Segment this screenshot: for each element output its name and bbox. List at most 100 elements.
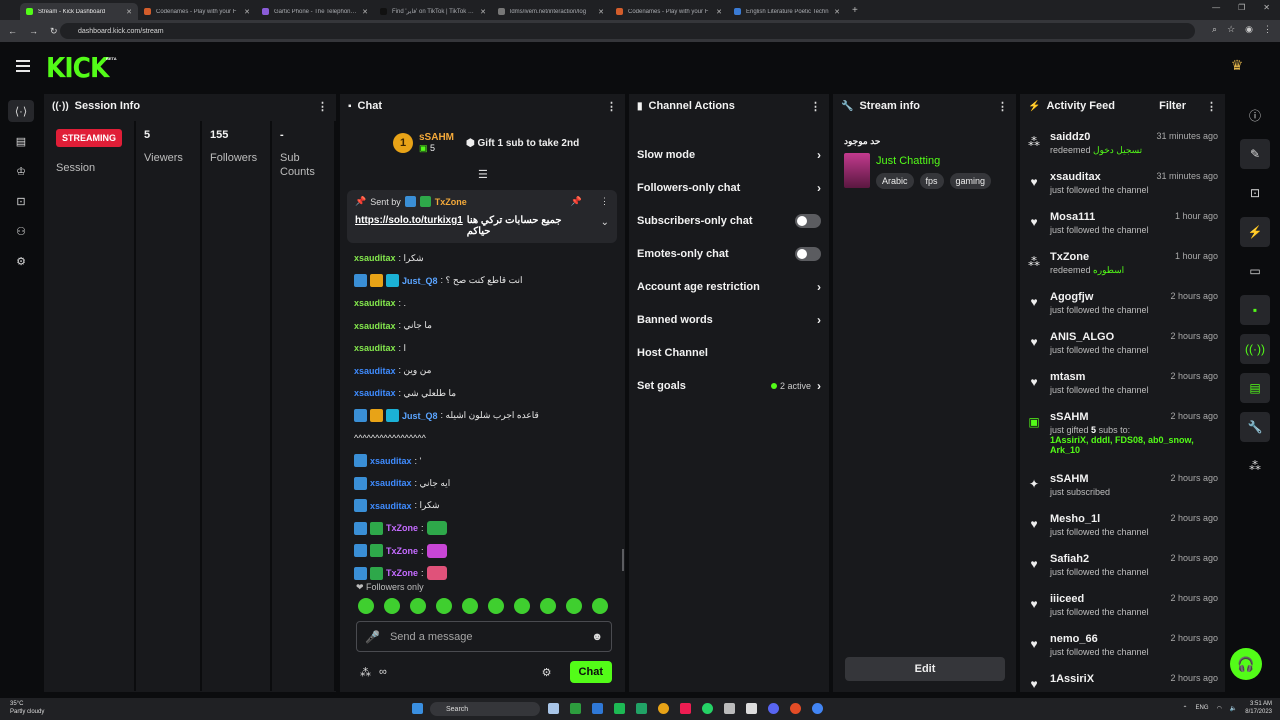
maximize-icon[interactable]: ❐ <box>1238 3 1245 12</box>
emote-icon[interactable] <box>358 598 374 614</box>
chat-username[interactable]: xsauditax <box>354 321 396 331</box>
close-tab-icon[interactable]: ✕ <box>598 8 604 16</box>
moderation-nav-icon[interactable]: ⊡ <box>8 190 34 212</box>
close-tab-icon[interactable]: ✕ <box>362 8 368 16</box>
close-tab-icon[interactable]: ✕ <box>126 8 132 16</box>
more-options-icon[interactable]: ⋮ <box>1206 100 1217 113</box>
emote-icon[interactable] <box>592 598 608 614</box>
chat-username[interactable]: TxZone <box>386 546 418 556</box>
more-options-icon[interactable]: ⋮ <box>317 100 328 113</box>
whatsapp-icon[interactable] <box>702 703 713 714</box>
chat-username[interactable]: Just_Q8 <box>402 411 438 421</box>
emote-icon[interactable] <box>462 598 478 614</box>
activity-user[interactable]: nemo_66 <box>1050 633 1098 645</box>
discord-icon[interactable] <box>768 703 779 714</box>
activity-user[interactable]: 1AssiriX <box>1050 673 1094 685</box>
pinned-more-icon[interactable]: ⋮ <box>600 196 609 207</box>
activity-user[interactable]: sSAHM <box>1050 411 1089 423</box>
chat-username[interactable]: xsauditax <box>354 253 396 263</box>
community-icon[interactable]: ⁂ <box>1240 451 1270 481</box>
close-tab-icon[interactable]: ✕ <box>834 8 840 16</box>
more-options-icon[interactable]: ⋮ <box>997 100 1008 113</box>
document-icon[interactable]: ▭ <box>1240 256 1270 286</box>
activity-user[interactable]: mtasm <box>1050 371 1085 383</box>
reload-icon[interactable]: ↻ <box>50 26 58 37</box>
chrome-icon[interactable] <box>658 703 669 714</box>
stream-nav-icon[interactable]: ⟨·⟩ <box>8 100 34 122</box>
emote-icon[interactable] <box>384 598 400 614</box>
emote-icon[interactable] <box>566 598 582 614</box>
emote-icon[interactable] <box>410 598 426 614</box>
chat-username[interactable]: xsauditax <box>370 501 412 511</box>
toggle-switch[interactable] <box>795 246 821 261</box>
weather-widget[interactable]: 35°C Partly cloudy <box>10 700 44 716</box>
taskbar-search[interactable]: Search <box>430 702 540 716</box>
wifi-icon[interactable]: ◠ <box>1217 705 1222 712</box>
emote-icon[interactable] <box>436 598 452 614</box>
forward-icon[interactable]: → <box>29 26 38 36</box>
menu-icon[interactable]: ⋮ <box>1263 24 1272 35</box>
kick-logo[interactable]: KICK <box>46 52 109 84</box>
browser-tab[interactable]: Codenames - Play with your F ✕ <box>610 3 728 20</box>
activity-user[interactable]: Safiah2 <box>1050 553 1089 565</box>
zoom-icon[interactable]: ⌕ <box>1212 24 1217 35</box>
activity-user[interactable]: ANIS_ALGO <box>1050 331 1114 343</box>
info-icon[interactable]: ⓘ <box>1240 100 1270 130</box>
windows-start-icon[interactable] <box>412 703 423 714</box>
activity-user[interactable]: sSAHM <box>1050 473 1089 485</box>
app-icon[interactable] <box>614 703 625 714</box>
chat-username[interactable]: xsauditax <box>370 478 412 488</box>
gift-prompt[interactable]: ⬢ Gift 1 sub to take 2nd <box>466 138 579 149</box>
toggle-switch[interactable] <box>795 213 821 228</box>
browser-icon[interactable] <box>812 703 823 714</box>
more-options-icon[interactable]: ⋮ <box>606 100 617 113</box>
channel-action-subscribers-only-chat[interactable]: Subscribers-only chat <box>637 204 821 237</box>
activity-user[interactable]: iiiceed <box>1050 593 1084 605</box>
browser-tab[interactable]: Gartic Phone - The Telephone G ✕ <box>256 3 374 20</box>
browser-tab[interactable]: Find 'فاير' on TikTok | TikTok Se ✕ <box>374 3 492 20</box>
xbox-icon[interactable] <box>570 703 581 714</box>
close-window-icon[interactable]: ✕ <box>1263 3 1270 12</box>
channel-action-account-age-restriction[interactable]: Account age restriction › <box>637 270 821 303</box>
minimize-icon[interactable]: — <box>1212 3 1220 12</box>
chevron-down-icon[interactable]: ⌄ <box>601 217 609 228</box>
chat-username[interactable]: xsauditax <box>354 343 396 353</box>
channel-action-host-channel[interactable]: Host Channel <box>637 336 821 369</box>
unpin-icon[interactable]: 📌 <box>571 196 582 207</box>
app-icon[interactable] <box>746 703 757 714</box>
chat-username[interactable]: xsauditax <box>370 456 412 466</box>
channel-action-set-goals[interactable]: Set goals 2 active › <box>637 369 821 402</box>
scan-icon[interactable]: ⊡ <box>1240 178 1270 208</box>
browser-tab[interactable]: Stream - Kick Dashboard ✕ <box>20 3 138 20</box>
profile-avatar-icon[interactable]: ♛ <box>1227 57 1247 77</box>
hamburger-menu-icon[interactable] <box>16 60 30 72</box>
wrench-icon[interactable]: 🔧 <box>1240 412 1270 442</box>
chat-username[interactable]: xsauditax <box>354 366 396 376</box>
layout-icon[interactable]: ▤ <box>1240 373 1270 403</box>
tiktok-icon[interactable] <box>680 703 691 714</box>
activity-user[interactable]: Mosa111 <box>1050 211 1095 223</box>
emote-icon[interactable] <box>540 598 556 614</box>
star-icon[interactable]: ☆ <box>1227 24 1235 35</box>
channel-action-banned-words[interactable]: Banned words › <box>637 303 821 336</box>
analytics-nav-icon[interactable]: ▤ <box>8 130 34 152</box>
app-icon[interactable] <box>636 703 647 714</box>
channel-action-slow-mode[interactable]: Slow mode › <box>637 138 821 171</box>
trophy-nav-icon[interactable]: ♔ <box>8 160 34 182</box>
chat-settings-icon[interactable]: ⚙ <box>542 666 552 679</box>
close-tab-icon[interactable]: ✕ <box>244 8 250 16</box>
filter-button[interactable]: Filter <box>1159 100 1186 112</box>
close-tab-icon[interactable]: ✕ <box>716 8 722 16</box>
stream-tag[interactable]: fps <box>919 173 944 189</box>
new-tab-icon[interactable]: + <box>852 5 858 16</box>
browser-tab[interactable]: ldms/ivem.net/interaction/log ✕ <box>492 3 610 20</box>
send-chat-button[interactable]: Chat <box>569 661 612 683</box>
edit-stream-button[interactable]: Edit <box>845 657 1005 681</box>
emote-icon[interactable] <box>514 598 530 614</box>
message-input[interactable]: 🎤 Send a message ☻ <box>356 621 612 652</box>
gift-leaderboard[interactable]: 1 sSAHM ▣ 5 ⬢ Gift 1 sub to take 2nd <box>393 132 579 154</box>
close-tab-icon[interactable]: ✕ <box>480 8 486 16</box>
activity-user[interactable]: Agogfjw <box>1050 291 1093 303</box>
app-icon[interactable] <box>592 703 603 714</box>
activity-user[interactable]: TxZone <box>1050 251 1089 263</box>
